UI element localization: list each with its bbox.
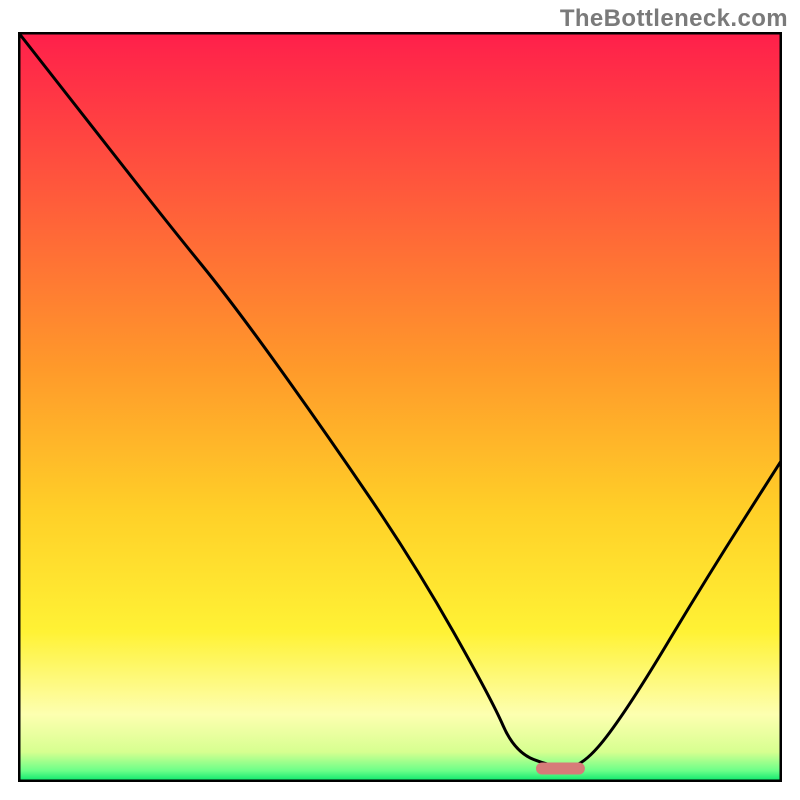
bottleneck-chart-svg	[18, 32, 782, 782]
watermark-text: TheBottleneck.com	[560, 5, 788, 33]
chart-plot-area	[18, 32, 782, 782]
chart-container: TheBottleneck.com	[0, 0, 800, 800]
gradient-background	[18, 32, 782, 782]
optimal-marker	[536, 763, 585, 775]
